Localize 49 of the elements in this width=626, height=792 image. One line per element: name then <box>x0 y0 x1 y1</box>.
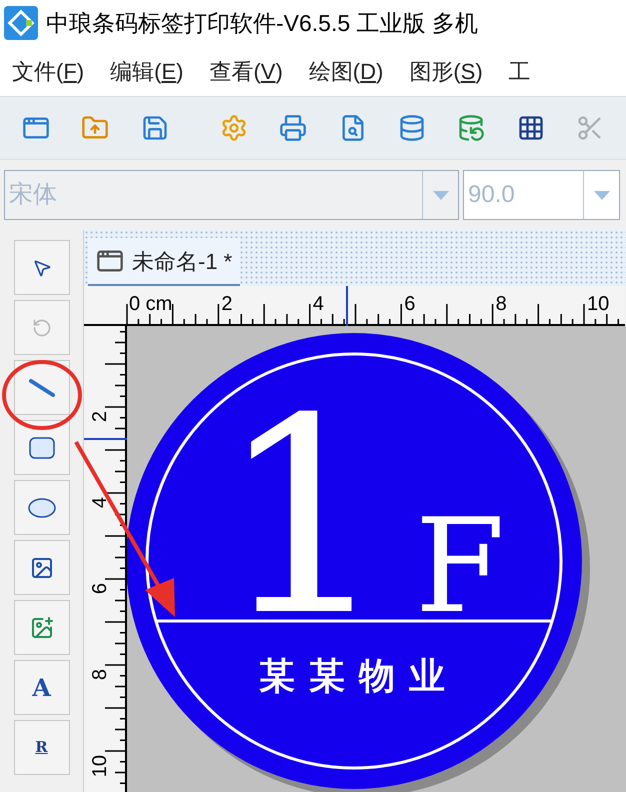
label-letter: F <box>414 490 506 642</box>
ruler-label: 8 <box>89 669 111 680</box>
menu-item[interactable]: 工 <box>508 54 531 88</box>
rounded-rectangle-icon <box>28 436 56 460</box>
tool-button[interactable] <box>14 540 70 595</box>
printer-icon <box>279 114 308 142</box>
font-family-value: 宋体 <box>8 180 58 210</box>
ruler-label: 0 cm <box>129 293 172 315</box>
tool-button[interactable] <box>14 360 70 415</box>
font-size-value: 90.0 <box>467 180 516 210</box>
tool-button[interactable] <box>14 420 70 475</box>
picture-icon <box>30 616 54 640</box>
ruler-label: 8 <box>496 293 507 315</box>
document-tab[interactable]: 未命名-1 * <box>88 238 240 286</box>
tool-button[interactable] <box>14 600 70 655</box>
window-title: 中琅条码标签打印软件-V6.5.5 工业版 多机 <box>46 8 478 38</box>
document-title: 未命名-1 * <box>132 248 232 276</box>
ruler-label: 6 <box>89 583 111 594</box>
rotate-icon <box>32 318 52 338</box>
tool-button[interactable] <box>14 480 70 535</box>
dropdown-caret-icon <box>432 190 448 200</box>
ruler-label: 4 <box>312 293 324 315</box>
image-icon <box>30 556 54 580</box>
menu-item[interactable]: 编辑(E) <box>110 54 184 88</box>
menu-item[interactable]: 图形(S) <box>409 54 483 88</box>
dropdown-caret-icon <box>594 190 610 200</box>
database-icon <box>398 114 426 142</box>
ruler-label: 6 <box>404 293 416 315</box>
app-logo-icon <box>4 6 38 40</box>
settings-icon <box>220 114 248 142</box>
database-icon <box>457 114 486 142</box>
line-icon <box>28 378 56 398</box>
ruler-label: 4 <box>89 497 111 508</box>
ruler-label: 10 <box>587 293 610 315</box>
pointer-icon <box>32 258 52 278</box>
rich-text-icon: R <box>35 740 48 755</box>
menu-item[interactable]: 绘图(D) <box>308 54 384 88</box>
menu-item[interactable]: 文件(F) <box>12 54 84 88</box>
ruler-label: 10 <box>89 755 111 778</box>
ellipse-icon <box>26 496 56 518</box>
menu-item[interactable]: 查看(V) <box>209 54 283 88</box>
tool-button[interactable] <box>14 240 70 295</box>
ruler-label: 2 <box>89 411 111 422</box>
tool-button[interactable]: A <box>14 660 70 715</box>
tool-button[interactable]: R <box>14 720 70 775</box>
save-icon <box>140 114 169 142</box>
grid-icon <box>516 114 545 142</box>
ruler-label: 2 <box>221 293 233 315</box>
text-tool-icon: A <box>32 676 51 700</box>
